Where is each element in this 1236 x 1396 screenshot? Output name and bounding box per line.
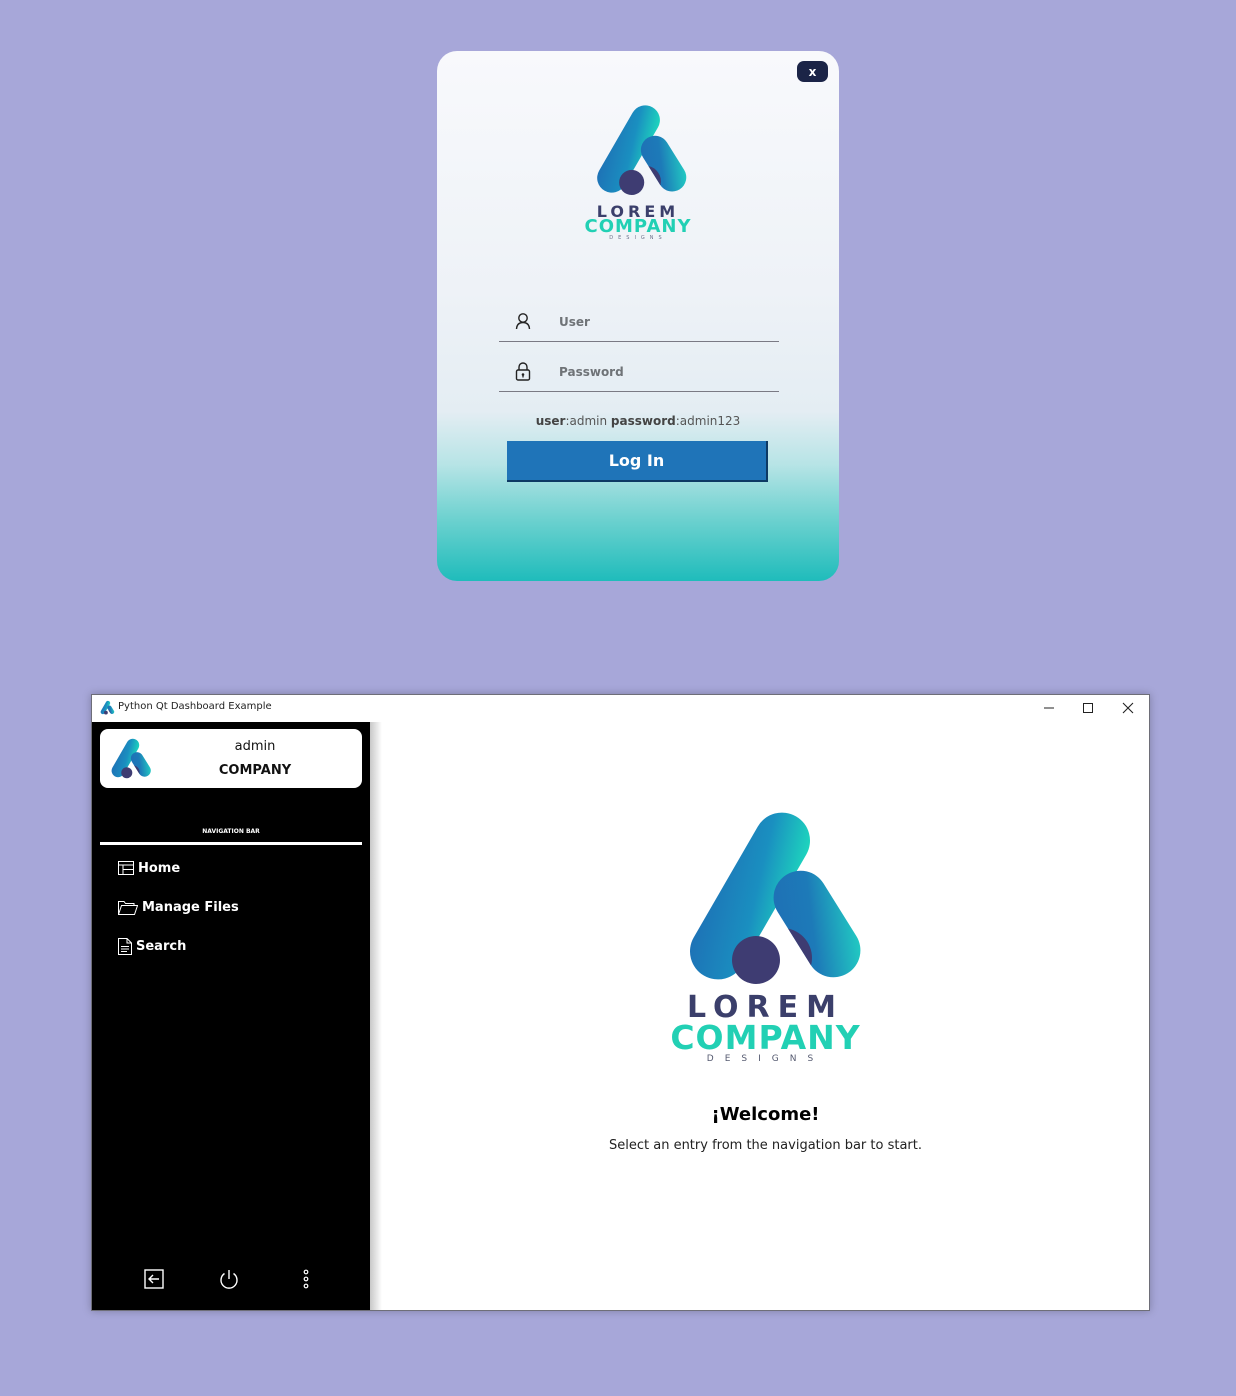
main-content: LOREM COMPANY DESIGNS ¡Welcome! Select a… — [382, 722, 1149, 1310]
login-button[interactable]: Log In — [507, 441, 768, 482]
password-field — [499, 351, 779, 392]
folder-icon — [118, 900, 138, 915]
title-bar[interactable]: Python Qt Dashboard Example — [92, 695, 1149, 722]
welcome-subtitle: Select an entry from the navigation bar … — [609, 1138, 922, 1153]
user-card: admin COMPANY — [100, 729, 362, 788]
logo-text-company: COMPANY — [584, 216, 692, 237]
nav-bar-label: NAVIGATION BAR — [202, 828, 260, 835]
hint-password-key: password — [610, 414, 676, 428]
nav-item-label: Home — [138, 860, 181, 876]
nav-item-search[interactable]: Search — [118, 936, 186, 956]
logo-text-designs: DESIGNS — [609, 235, 667, 241]
minimize-button[interactable] — [1029, 698, 1069, 718]
user-name: admin — [234, 739, 276, 754]
nav-item-label: Manage Files — [142, 899, 239, 915]
logout-icon[interactable] — [142, 1267, 166, 1291]
company-logo — [670, 808, 870, 984]
nav-item-home[interactable]: Home — [118, 858, 180, 878]
user-input[interactable] — [557, 309, 771, 335]
hint-user-value: admin — [569, 414, 608, 428]
password-input[interactable] — [557, 359, 771, 385]
welcome-heading: ¡Welcome! — [711, 1104, 820, 1125]
app-icon — [99, 700, 115, 715]
maximize-icon — [1083, 703, 1093, 713]
document-icon — [118, 937, 132, 955]
nav-divider — [100, 842, 362, 845]
sidebar: admin COMPANY NAVIGATION BAR Home Manage… — [92, 722, 370, 1310]
company-name: COMPANY — [218, 763, 292, 778]
logo-text-company: COMPANY — [670, 1018, 861, 1057]
more-vertical-icon[interactable] — [294, 1267, 318, 1291]
user-field — [499, 301, 779, 342]
company-logo — [583, 103, 695, 195]
hint-user-key: user — [535, 414, 566, 428]
power-icon[interactable] — [217, 1267, 241, 1291]
nav-item-label: Search — [136, 938, 187, 954]
lock-icon — [515, 362, 531, 381]
maximize-button[interactable] — [1068, 698, 1108, 718]
credentials-hint: user:admin password:admin123 — [535, 414, 741, 428]
company-logo — [107, 736, 153, 780]
login-dialog: x LOREM COMPANY DESIGNS user:admin passw… — [437, 51, 839, 581]
sidebar-shadow — [370, 722, 382, 1310]
close-button[interactable]: x — [797, 61, 828, 82]
layout-icon — [118, 861, 134, 875]
minimize-icon — [1044, 707, 1054, 709]
user-icon — [515, 313, 531, 330]
close-icon — [1122, 702, 1134, 714]
close-window-button[interactable] — [1108, 698, 1148, 718]
hint-password-value: admin123 — [679, 414, 741, 428]
window-title: Python Qt Dashboard Example — [118, 701, 272, 712]
dashboard-window: Python Qt Dashboard Example admin COMPAN… — [91, 694, 1150, 1311]
logo-text-designs: DESIGNS — [706, 1054, 825, 1064]
nav-item-manage-files[interactable]: Manage Files — [118, 897, 239, 917]
